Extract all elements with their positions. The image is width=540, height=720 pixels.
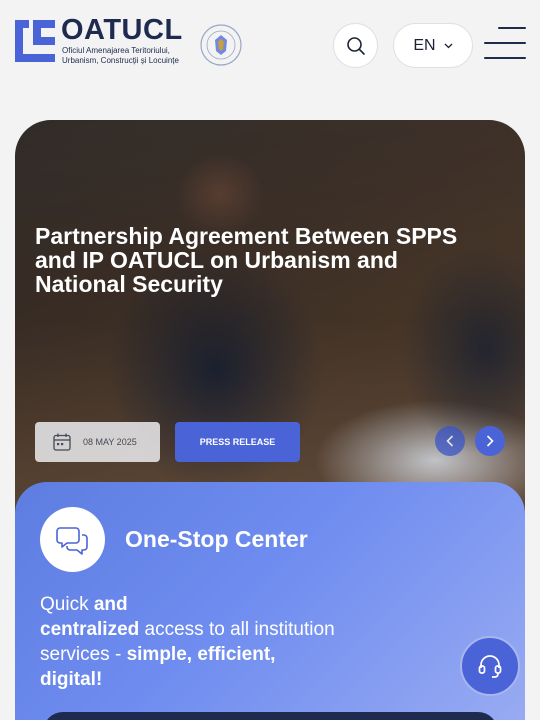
one-stop-text-and: and xyxy=(93,594,128,615)
logo-name[interactable]: OATUCL xyxy=(61,15,183,45)
chevron-left-icon xyxy=(446,435,454,447)
press-release-tag[interactable]: PRESS RELEASE xyxy=(175,422,300,462)
chat-bubbles-icon xyxy=(55,526,88,555)
language-selector[interactable]: EN xyxy=(393,23,473,68)
language-label: EN xyxy=(413,36,436,54)
slider-prev-button[interactable] xyxy=(435,426,465,456)
one-stop-center-card[interactable]: One-Stop Center Quick and centralized acc… xyxy=(15,482,525,720)
chevron-right-icon xyxy=(486,435,494,447)
state-seal-icon xyxy=(200,24,242,66)
news-hero-slider[interactable]: Partnership Agreement Between SPPS and I… xyxy=(15,120,525,520)
search-button[interactable] xyxy=(333,23,378,68)
date-text: 08 MAY 2025 xyxy=(83,437,137,447)
one-stop-text-quick: Quick xyxy=(40,594,94,615)
site-header: OATUCL Oficiul Amenajarea Teritoriului, … xyxy=(0,0,540,92)
hamburger-menu-icon xyxy=(484,57,526,59)
oatucl-logo-icon[interactable] xyxy=(15,20,55,62)
headset-icon xyxy=(478,655,502,678)
hamburger-menu-button[interactable] xyxy=(484,27,526,61)
one-stop-action-button[interactable] xyxy=(43,712,498,720)
support-chat-button[interactable] xyxy=(460,636,520,696)
one-stop-title: One-Stop Center xyxy=(125,526,308,552)
chevron-down-icon xyxy=(444,43,453,48)
one-stop-text-centralized: centralized xyxy=(40,619,140,640)
date-badge: 08 MAY 2025 xyxy=(35,422,160,462)
logo-subtitle: Oficiul Amenajarea Teritoriului, Urbanis… xyxy=(62,46,179,65)
calendar-icon xyxy=(53,433,71,451)
one-stop-icon-badge xyxy=(40,507,105,572)
one-stop-description: Quick and centralized access to all insti… xyxy=(40,592,340,692)
slider-next-button[interactable] xyxy=(475,426,505,456)
hero-title[interactable]: Partnership Agreement Between SPPS and I… xyxy=(35,224,495,296)
search-icon xyxy=(346,36,365,55)
hamburger-menu-icon xyxy=(484,42,526,44)
hamburger-menu-icon xyxy=(498,27,526,29)
